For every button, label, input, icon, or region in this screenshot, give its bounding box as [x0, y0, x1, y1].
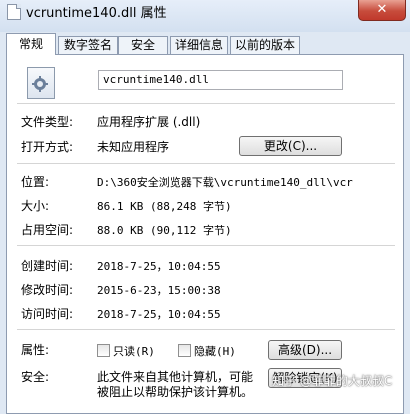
size-value: 86.1 KB (88,248 字节) [97, 200, 232, 213]
divider [17, 103, 395, 104]
created-value: 2018-7-25，10:04:55 [97, 260, 221, 273]
opens-with-value: 未知应用程序 [97, 140, 170, 154]
close-button[interactable]: ✕ [358, 0, 406, 21]
general-panel: vcruntime140.dll 文件类型: 应用程序扩展 (.dll) 打开方… [6, 54, 404, 414]
file-icon [7, 4, 21, 20]
readonly-label: 只读(R) [113, 345, 155, 358]
divider [17, 245, 395, 246]
window-title: vcruntime140.dll 属性 [26, 6, 167, 21]
modified-value: 2015-6-23，15:00:38 [97, 284, 221, 297]
size-on-disk-value: 88.0 KB (90,112 字节) [97, 224, 232, 237]
accessed-value: 2018-7-25，10:04:55 [97, 308, 221, 321]
location-label: 位置: [21, 175, 50, 189]
size-label: 大小: [21, 199, 50, 213]
tab-digital-signatures[interactable]: 数字签名 [58, 36, 118, 54]
watermark: 知乎 @菲菲的大叔叔C [272, 374, 393, 388]
title-bar: vcruntime140.dll 属性 ✕ [0, 0, 410, 32]
file-name-field[interactable]: vcruntime140.dll [98, 70, 343, 90]
change-button[interactable]: 更改(C)... [239, 136, 342, 156]
security-text-line-2: 被阻止以帮助保护该计算机。 [97, 385, 254, 399]
modified-label: 修改时间: [21, 283, 74, 297]
created-label: 创建时间: [21, 259, 74, 273]
opens-with-label: 打开方式: [21, 140, 74, 154]
divider [17, 329, 395, 330]
tab-strip: 常规 数字签名 安全 详细信息 以前的版本 [6, 33, 406, 55]
readonly-checkbox[interactable] [97, 344, 110, 357]
accessed-label: 访问时间: [21, 307, 74, 321]
size-on-disk-label: 占用空间: [21, 223, 74, 237]
advanced-button[interactable]: 高级(D)... [268, 340, 342, 360]
file-type-label: 文件类型: [21, 115, 74, 129]
dll-file-gear-icon [27, 67, 55, 99]
tab-security[interactable]: 安全 [118, 36, 168, 54]
tab-general[interactable]: 常规 [6, 33, 56, 55]
attributes-label: 属性: [21, 343, 50, 357]
hidden-checkbox[interactable] [178, 344, 191, 357]
file-type-value: 应用程序扩展 (.dll) [97, 115, 201, 129]
hidden-label: 隐藏(H) [194, 345, 236, 358]
location-value: D:\360安全浏览器下载\vcruntime140_dll\vcr [97, 176, 353, 189]
tab-previous-versions[interactable]: 以前的版本 [230, 36, 300, 54]
tab-details[interactable]: 详细信息 [170, 36, 228, 54]
divider [17, 163, 395, 164]
gear-icon [32, 76, 48, 92]
security-label: 安全: [21, 370, 50, 384]
